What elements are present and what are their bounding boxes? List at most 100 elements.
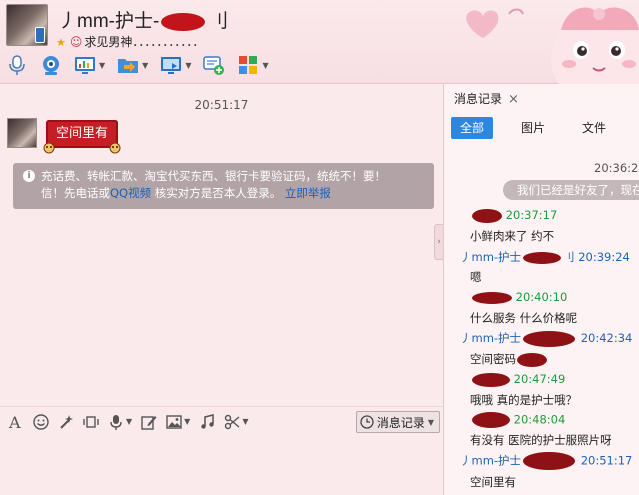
contact-avatar[interactable] — [6, 4, 48, 46]
history-message: 有没有 医院的护士服照片呀 — [470, 433, 612, 447]
music-note-icon — [201, 413, 215, 429]
create-discussion-button[interactable] — [203, 52, 225, 78]
history-sender-name: 丿mm-护士 — [460, 453, 522, 468]
star-icon: ★ — [56, 36, 66, 49]
remote-desktop-button[interactable]: ▼ — [74, 52, 105, 78]
history-sender-line: 20:48:04 — [472, 412, 565, 428]
message-timestamp: 20:51:17 — [194, 98, 249, 112]
history-time: 20:37:17 — [505, 208, 558, 222]
chevron-down-icon[interactable]: ▼ — [126, 417, 132, 426]
voice-message-button[interactable]: ▼ — [108, 414, 132, 430]
microphone-icon — [110, 414, 122, 430]
redaction-mark — [517, 352, 547, 367]
history-sender-line: 20:40:10 — [472, 290, 567, 304]
chevron-down-icon[interactable]: ▼ — [242, 417, 248, 426]
font-icon: A — [8, 414, 21, 430]
history-message: 哦哦 真的是护士哦？ — [470, 393, 578, 407]
history-timestamp: 20:36:24 — [594, 161, 639, 175]
apps-button[interactable]: ▼ — [237, 52, 269, 78]
info-icon: i — [23, 170, 35, 182]
redaction-mark — [523, 330, 576, 347]
chevron-down-icon[interactable]: ▼ — [142, 61, 148, 70]
send-image-button[interactable]: ▼ — [166, 414, 190, 430]
input-toolbar: A ▼ ▼ ▼ 消息记录 ▼ — [0, 406, 443, 436]
message-bubble[interactable]: 空间里有 — [43, 120, 121, 154]
scissors-icon — [225, 414, 240, 429]
report-link[interactable]: 立即举报 — [285, 186, 331, 200]
edit-pencil-icon — [141, 415, 157, 430]
chevron-down-icon[interactable]: ▼ — [99, 61, 105, 70]
webcam-icon — [43, 56, 59, 75]
history-sender-line: 20:37:17 — [472, 208, 557, 223]
font-button[interactable]: A — [8, 414, 24, 430]
history-sender-name: 丿mm-护士 — [460, 250, 522, 264]
message-area[interactable]: 20:51:17 空间里有 i 充话费、转帐汇款、淘宝代买东西、银行卡要验证码，… — [0, 84, 443, 406]
screen-chart-icon — [75, 57, 95, 74]
doodle-button[interactable] — [141, 414, 157, 430]
signature-text: 求见男神．．．．．．．．．．． — [84, 35, 205, 49]
add-chat-icon — [203, 56, 225, 75]
chevron-down-icon[interactable]: ▼ — [262, 61, 268, 70]
chevron-down-icon[interactable]: ▼ — [185, 61, 191, 70]
redaction-mark — [472, 291, 512, 304]
music-button[interactable] — [199, 413, 215, 430]
send-file-button[interactable]: ▼ — [117, 52, 148, 78]
magic-expression-button[interactable] — [58, 414, 74, 430]
history-time: 20:40:10 — [515, 290, 568, 304]
microphone-icon — [9, 55, 25, 75]
chevron-down-icon[interactable]: ▼ — [428, 418, 434, 427]
redaction-mark — [161, 12, 206, 31]
history-time: 20:51:17 — [580, 453, 633, 468]
history-sender-line: 丿mm-护士 20:42:34 — [460, 330, 632, 347]
contact-name-suffix: 刂 — [209, 11, 229, 32]
message-history-button[interactable]: 消息记录 ▼ — [355, 411, 440, 433]
redaction-mark — [472, 372, 510, 387]
monitor-icon — [161, 57, 182, 74]
history-time: 20:48:04 — [513, 412, 566, 427]
history-time: 20:47:49 — [513, 372, 566, 386]
emoji-button[interactable] — [33, 413, 49, 430]
image-icon — [166, 414, 182, 429]
message-text: 空间里有 — [56, 126, 109, 141]
history-message-text: 空间密码 — [470, 352, 516, 366]
bubble-decoration-icon — [43, 142, 55, 154]
redaction-mark — [523, 452, 576, 470]
history-sender-line: 20:47:49 — [472, 372, 565, 387]
warning-line-2: 信！先电话或QQ视频 核实对方是否本人登录。 立即举报 — [41, 185, 426, 202]
history-message: 嗯 — [470, 270, 482, 284]
history-sender-name: 丿mm-护士 — [460, 331, 522, 345]
voice-call-button[interactable] — [6, 52, 28, 78]
system-notice: 我们已经是好友了，现在 — [503, 180, 639, 200]
shake-window-icon — [83, 415, 99, 428]
contact-name: 丿mm-护士- 刂 — [58, 6, 228, 33]
shake-window-button[interactable] — [83, 414, 99, 430]
sender-avatar[interactable] — [7, 118, 37, 148]
history-list[interactable]: 20:36:24 我们已经是好友了，现在 20:37:17 小鲜肉来了 约不 丿… — [444, 84, 639, 495]
security-warning: i 充话费、转帐汇款、淘宝代买东西、银行卡要验证码，统统不！要！ 信！先电话或Q… — [13, 163, 434, 209]
history-message: 什么服务 什么价格呢 — [470, 311, 578, 325]
chat-window-header: 丿mm-护士- 刂 ★ ☺ 求见男神．．．．．．．．．．． ▼ ▼ ▼ ▼ — [0, 0, 639, 84]
smiley-icon — [33, 413, 49, 430]
message-history-label: 消息记录 — [376, 415, 425, 430]
magic-wand-icon — [60, 414, 73, 429]
warning-text: 信！先电话或 — [41, 186, 110, 200]
screenshot-button[interactable]: ▼ — [224, 414, 248, 430]
warning-line-1: 充话费、转帐汇款、淘宝代买东西、银行卡要验证码，统统不！要！ — [41, 169, 386, 183]
history-time: 20:39:24 — [578, 250, 630, 264]
bubble-decoration-icon — [109, 142, 121, 154]
video-call-button[interactable] — [40, 52, 62, 78]
history-sender-suffix: 刂 — [563, 250, 575, 264]
redaction-mark — [523, 251, 562, 264]
chat-toolbar: ▼ ▼ ▼ ▼ — [6, 52, 281, 78]
history-sender-line: 丿mm-护士 刂 20:39:24 — [460, 249, 630, 265]
history-sender-line: 丿mm-护士 20:51:17 — [460, 452, 632, 470]
collapse-panel-handle[interactable]: › — [434, 224, 443, 260]
chevron-down-icon[interactable]: ▼ — [184, 417, 190, 426]
qq-video-link[interactable]: QQ视频 — [110, 186, 151, 200]
svg-text:A: A — [8, 414, 21, 430]
history-message: 小鲜肉来了 约不 — [470, 229, 555, 243]
contact-signature: ★ ☺ 求见男神．．．．．．．．．．． — [56, 33, 204, 50]
message-input[interactable] — [0, 436, 443, 495]
redaction-mark — [472, 412, 510, 428]
share-screen-button[interactable]: ▼ — [160, 52, 191, 78]
